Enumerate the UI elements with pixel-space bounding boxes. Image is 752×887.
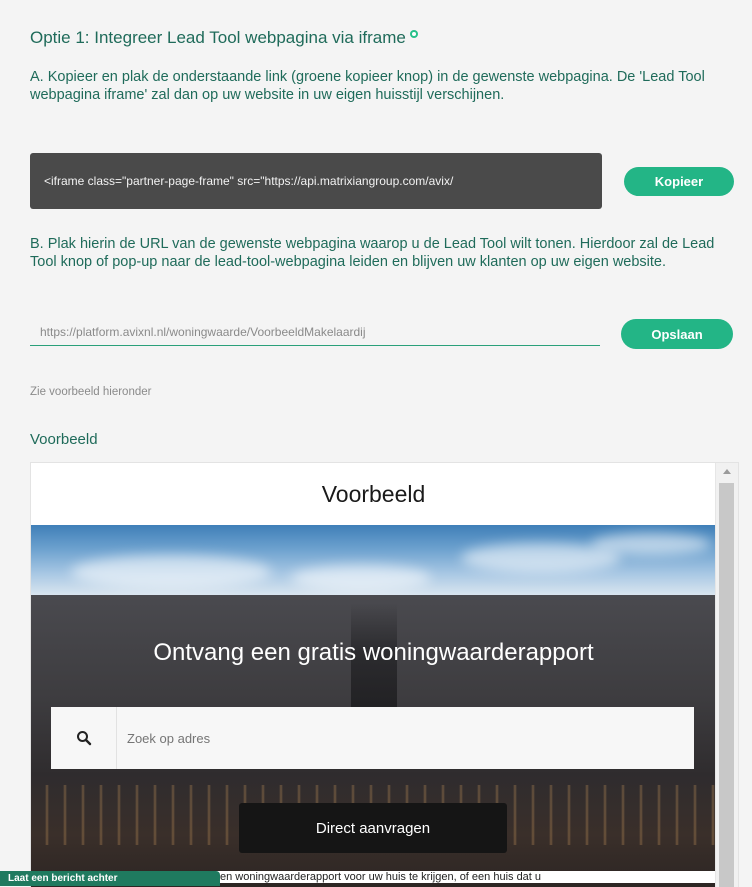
step-b-instructions: B. Plak hierin de URL van de gewenste we… (30, 236, 715, 270)
section-title-text: Optie 1: Integreer Lead Tool webpagina v… (30, 28, 406, 47)
preview-scrollbar[interactable] (715, 463, 738, 887)
hero-title: Ontvang een gratis woningwaarderapport (153, 639, 594, 666)
leave-message-label: Laat een bericht achter (8, 873, 118, 884)
url-input[interactable] (30, 318, 600, 346)
preview-title: Voorbeeld (321, 481, 426, 507)
iframe-code-box[interactable]: <iframe class="partner-page-frame" src="… (30, 153, 602, 209)
leave-message-tab[interactable]: Laat een bericht achter (0, 871, 220, 886)
copy-button[interactable]: Kopieer (624, 167, 734, 196)
example-hint: Zie voorbeeld hieronder (30, 386, 152, 398)
scroll-thumb[interactable] (719, 483, 734, 887)
save-button[interactable]: Opslaan (621, 319, 733, 349)
preview-body-text: en woningwaarderapport voor uw huis te k… (216, 871, 738, 883)
hero-sky-image (31, 525, 716, 595)
iframe-code-text: <iframe class="partner-page-frame" src="… (44, 174, 454, 188)
example-heading: Voorbeeld (30, 431, 98, 448)
info-icon[interactable] (409, 30, 418, 38)
address-search (51, 707, 694, 769)
hero-banner: Ontvang een gratis woningwaarderapport D… (31, 595, 716, 887)
step-a-instructions: A. Kopieer en plak de onderstaande link … (30, 69, 705, 103)
section-title: Optie 1: Integreer Lead Tool webpagina v… (30, 28, 418, 48)
direct-request-button[interactable]: Direct aanvragen (239, 803, 507, 853)
address-search-input[interactable] (117, 708, 694, 768)
search-icon[interactable] (51, 707, 117, 769)
scroll-up-arrow-icon[interactable] (723, 469, 731, 474)
preview-iframe: Voorbeeld Ontvang een gratis woningwaard… (30, 462, 739, 887)
